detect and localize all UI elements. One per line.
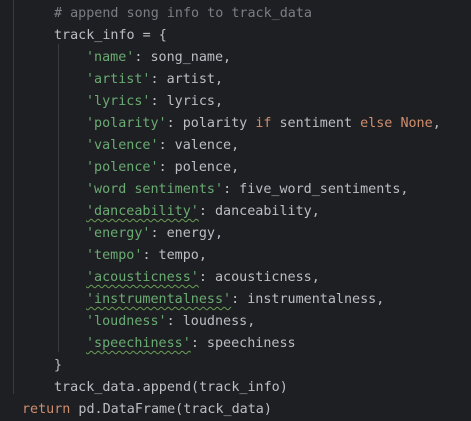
token-keyword: if xyxy=(255,116,272,131)
token-keyword: return xyxy=(22,402,71,417)
token-string: 'loudness' xyxy=(86,314,167,329)
indent-guide-dict xyxy=(58,44,59,352)
token-default: } xyxy=(54,358,63,373)
token-keyword: else xyxy=(360,116,393,131)
code-line[interactable]: track_info = { xyxy=(54,25,167,47)
token-default: : loudness, xyxy=(166,314,256,329)
token-default: : valence, xyxy=(158,138,240,153)
token-default: : energy, xyxy=(150,226,224,241)
token-default: : five_word_sentiments, xyxy=(223,182,409,197)
code-line[interactable]: 'tempo': tempo, xyxy=(86,245,207,267)
token-string: 'artist' xyxy=(86,72,151,87)
code-line[interactable]: 'artist': artist, xyxy=(86,69,223,91)
token-default: : acousticness, xyxy=(198,270,320,285)
code-line[interactable]: 'speechiness': speechiness xyxy=(86,333,296,355)
token-default: pd.DataFrame(track_data) xyxy=(70,402,272,417)
token-default: track_data.append(track_info) xyxy=(54,380,288,395)
token-default: : speechiness xyxy=(190,336,296,351)
code-editor[interactable]: # append song info to track_data track_in… xyxy=(0,0,471,417)
code-line[interactable]: 'acousticness': acousticness, xyxy=(86,267,320,289)
token-default: : danceability, xyxy=(198,204,320,219)
token-default: : lyrics, xyxy=(150,94,224,109)
code-line[interactable]: 'loudness': loudness, xyxy=(86,311,255,333)
token-string: 'danceability' xyxy=(86,204,199,219)
code-line[interactable]: 'instrumentalness': instrumentalness, xyxy=(86,289,384,311)
token-string: 'polence' xyxy=(86,160,159,175)
code-line[interactable]: # append song info to track_data xyxy=(54,3,312,25)
token-default: : song_name, xyxy=(134,50,232,65)
token-string: 'acousticness' xyxy=(86,270,199,285)
indent-guide-outer xyxy=(13,0,14,394)
token-default: : tempo, xyxy=(142,248,207,263)
token-string: 'instrumentalness' xyxy=(86,292,232,307)
token-keyword: None xyxy=(400,116,433,131)
code-line[interactable]: 'name': song_name, xyxy=(86,47,231,69)
code-line[interactable]: return pd.DataFrame(track_data) xyxy=(22,399,272,421)
token-default: : polence, xyxy=(158,160,240,175)
code-line[interactable]: 'energy': energy, xyxy=(86,223,223,245)
token-comment: # append song info to track_data xyxy=(54,6,312,21)
token-string: 'lyrics' xyxy=(86,94,151,109)
token-string: 'word sentiments' xyxy=(86,182,224,197)
token-default: track_info = { xyxy=(54,28,167,43)
token-default: sentiment xyxy=(271,116,361,131)
code-line[interactable]: 'polarity': polarity if sentiment else N… xyxy=(86,113,441,135)
token-default: : artist, xyxy=(150,72,224,87)
code-line[interactable]: 'valence': valence, xyxy=(86,135,239,157)
token-default: , xyxy=(432,116,441,131)
code-line[interactable]: 'lyrics': lyrics, xyxy=(86,91,223,113)
code-line[interactable]: 'word sentiments': five_word_sentiments, xyxy=(86,179,409,201)
code-line[interactable]: 'danceability': danceability, xyxy=(86,201,320,223)
token-string: 'valence' xyxy=(86,138,159,153)
token-string: 'polarity' xyxy=(86,116,167,131)
token-string: 'name' xyxy=(86,50,135,65)
token-default: : instrumentalness, xyxy=(231,292,385,307)
code-line[interactable]: 'polence': polence, xyxy=(86,157,239,179)
token-default: : polarity xyxy=(166,116,256,131)
token-string: 'energy' xyxy=(86,226,151,241)
code-line[interactable]: } xyxy=(54,355,62,377)
token-string: 'tempo' xyxy=(86,248,143,263)
token-string: 'speechiness' xyxy=(86,336,191,351)
code-line[interactable]: track_data.append(track_info) xyxy=(54,377,288,399)
